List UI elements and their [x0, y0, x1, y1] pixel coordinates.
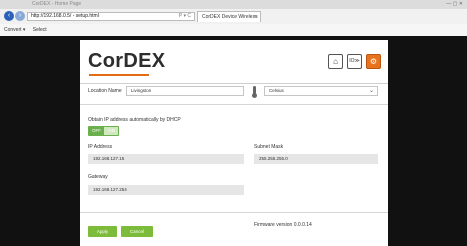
tab-close-icon[interactable]: × — [254, 12, 257, 22]
cordex-logo: CorDEX — [88, 50, 166, 76]
chevron-down-icon: ⌄ — [368, 88, 374, 94]
tab-label: CorDEX Device Wireless — [202, 14, 258, 20]
temperature-unit-value: Celsius — [269, 88, 284, 93]
apply-button[interactable]: Apply — [88, 226, 117, 237]
dhcp-toggle[interactable]: OFF ON — [88, 126, 119, 136]
favorites-bar: Convert ▾ Select — [0, 24, 467, 36]
home-icon[interactable]: ⌂ — [328, 54, 343, 69]
ip-address-input[interactable]: 192.168.127.15 — [88, 154, 244, 164]
logo-text: CorDEX — [88, 50, 166, 72]
gateway-label: Gateway — [88, 174, 108, 180]
cordex-settings-page: CorDEX ⌂ IO≫ ⚙ Location Name Livingston … — [80, 40, 388, 246]
dhcp-toggle-on[interactable]: ON — [104, 127, 118, 135]
browser-chrome: CorDEX - Home Page — ▢ ✕ ‹ › http://192.… — [0, 0, 467, 36]
cancel-button[interactable]: Cancel — [121, 226, 153, 237]
settings-gear-icon[interactable]: ⚙ — [366, 54, 381, 69]
forward-icon[interactable]: › — [15, 11, 25, 21]
address-controls[interactable]: P ▾ C — [179, 13, 191, 20]
gateway-input[interactable]: 192.168.127.254 — [88, 185, 244, 195]
subnet-mask-label: Subnet Mask — [254, 144, 284, 150]
location-name-input[interactable]: Livingston — [126, 86, 244, 96]
window-title: CorDEX - Home Page — [32, 1, 82, 7]
device-io-icon[interactable]: IO≫ — [347, 54, 362, 69]
address-bar[interactable]: http://192.168.0.5/ - setup.html P ▾ C — [27, 12, 195, 21]
window-controls[interactable]: — ▢ ✕ — [446, 1, 463, 7]
browser-titlebar: CorDEX - Home Page — ▢ ✕ — [0, 0, 467, 9]
favorite-convert[interactable]: Convert ▾ — [4, 27, 25, 33]
app-header: CorDEX ⌂ IO≫ ⚙ — [80, 40, 388, 84]
firmware-version: Firmware version 0.0.0.14 — [254, 222, 312, 228]
browser-navbar: ‹ › http://192.168.0.5/ - setup.html P ▾… — [0, 9, 467, 24]
thermometer-icon — [252, 86, 257, 98]
dhcp-label: Obtain IP address automatically by DHCP — [88, 117, 181, 123]
ip-address-label: IP Address — [88, 144, 113, 150]
browser-tab[interactable]: CorDEX Device Wireless × — [197, 11, 261, 22]
dhcp-toggle-off[interactable]: OFF — [89, 127, 104, 135]
section-divider — [80, 104, 388, 105]
back-icon[interactable]: ‹ — [4, 11, 14, 21]
favorite-select[interactable]: Select — [33, 27, 47, 33]
subnet-mask-input[interactable]: 255.255.255.0 — [254, 154, 378, 164]
temperature-unit-select[interactable]: Celsius ⌄ — [264, 86, 378, 96]
location-name-label: Location Name — [88, 88, 122, 94]
address-text: http://192.168.0.5/ - setup.html — [31, 13, 99, 19]
footer-divider — [80, 212, 388, 213]
logo-underline — [89, 74, 149, 76]
